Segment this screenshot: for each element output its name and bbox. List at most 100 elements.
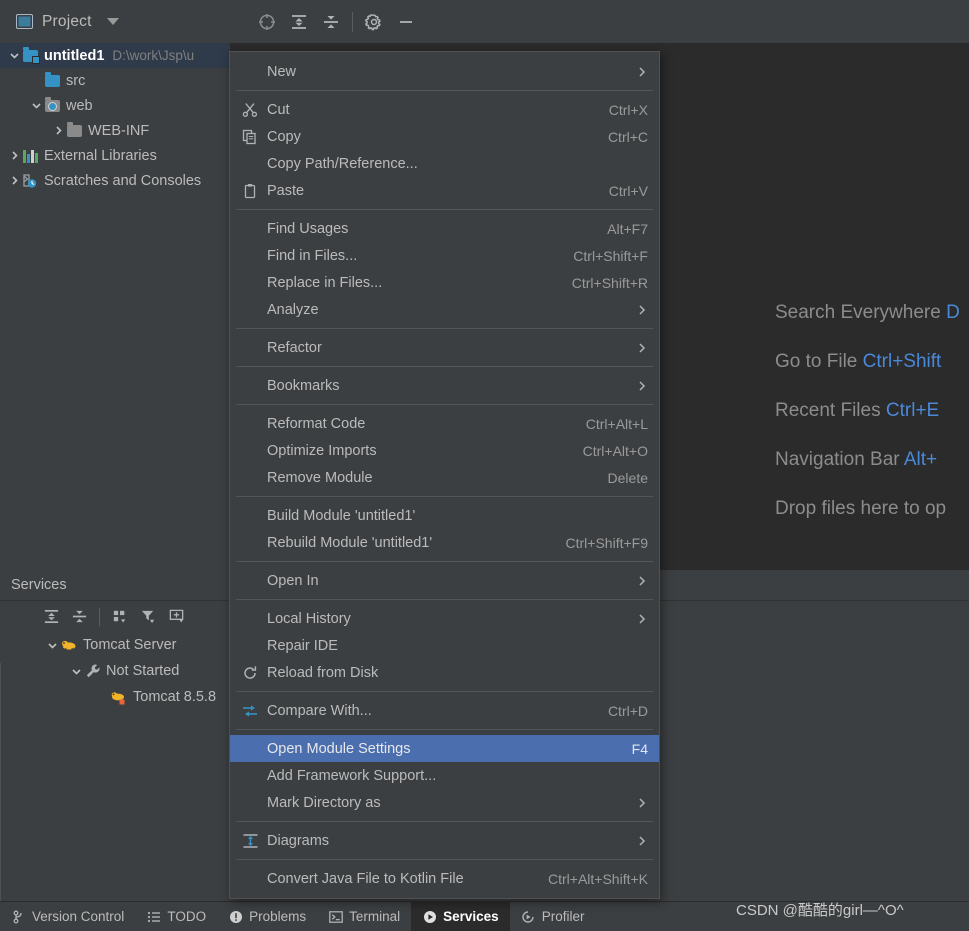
menu-item-cut[interactable]: Cut Ctrl+X xyxy=(230,96,659,123)
menu-item-compare-with[interactable]: Compare With... Ctrl+D xyxy=(230,697,659,724)
menu-item-shortcut: Ctrl+Alt+O xyxy=(582,442,648,459)
group-by-icon[interactable] xyxy=(107,604,133,630)
service-node-label: Not Started xyxy=(106,663,180,679)
submenu-arrow-icon xyxy=(636,66,648,78)
project-title-group[interactable]: Project xyxy=(16,13,119,31)
menu-icon-placeholder xyxy=(239,870,261,888)
menu-item-open-in[interactable]: Open In xyxy=(230,567,659,594)
chevron-collapsed-icon[interactable] xyxy=(6,173,22,189)
menu-item-find-in-files[interactable]: Find in Files... Ctrl+Shift+F xyxy=(230,242,659,269)
menu-item-copy[interactable]: Copy Ctrl+C xyxy=(230,123,659,150)
menu-separator xyxy=(236,209,653,210)
toolbar-separator xyxy=(99,607,100,626)
chevron-expanded-icon[interactable] xyxy=(44,637,60,653)
menu-item-shortcut: F4 xyxy=(631,740,648,757)
project-tree[interactable]: untitled1 D:\work\Jsp\u src web WEB-INF … xyxy=(0,43,230,570)
chevron-collapsed-icon[interactable] xyxy=(6,148,22,164)
chevron-expanded-icon[interactable] xyxy=(28,98,44,114)
clipboard-icon xyxy=(239,182,261,200)
menu-item-label: Paste xyxy=(267,182,305,199)
menu-item-diagrams[interactable]: Diagrams xyxy=(230,827,659,854)
expand-all-icon[interactable] xyxy=(38,604,64,630)
services-left-pane: Tomcat Server Not Started Tomcat 8.5.8 xyxy=(0,601,230,903)
menu-item-label: Copy Path/Reference... xyxy=(267,155,418,172)
menu-item-rebuild-module[interactable]: Rebuild Module 'untitled1' Ctrl+Shift+F9 xyxy=(230,529,659,556)
tree-node-external-libraries[interactable]: External Libraries xyxy=(0,143,230,168)
expand-all-icon[interactable] xyxy=(283,6,315,38)
submenu-arrow-icon xyxy=(636,575,648,587)
menu-item-new[interactable]: New xyxy=(230,58,659,85)
service-node-tomcat-instance[interactable]: Tomcat 8.5.8 xyxy=(0,684,230,710)
tree-node-label: Scratches and Consoles xyxy=(44,172,202,189)
services-tree[interactable]: Tomcat Server Not Started Tomcat 8.5.8 xyxy=(0,632,230,903)
menu-item-shortcut: Ctrl+D xyxy=(607,702,648,719)
menu-item-add-framework-support[interactable]: Add Framework Support... xyxy=(230,762,659,789)
service-node-tomcat-server[interactable]: Tomcat Server xyxy=(0,632,230,658)
status-bar-item-todo[interactable]: TODO xyxy=(135,902,217,931)
menu-item-repair-ide[interactable]: Repair IDE xyxy=(230,632,659,659)
status-bar-item-services[interactable]: Services xyxy=(411,901,510,931)
menu-item-open-module-settings[interactable]: Open Module Settings F4 xyxy=(230,735,659,762)
chevron-expanded-icon[interactable] xyxy=(68,663,84,679)
chevron-down-icon[interactable] xyxy=(106,18,119,25)
menu-item-bookmarks[interactable]: Bookmarks xyxy=(230,372,659,399)
select-opened-file-icon[interactable] xyxy=(251,6,283,38)
menu-item-remove-module[interactable]: Remove Module Delete xyxy=(230,464,659,491)
menu-item-local-history[interactable]: Local History xyxy=(230,605,659,632)
menu-separator xyxy=(236,404,653,405)
add-service-icon[interactable] xyxy=(163,604,189,630)
menu-item-paste[interactable]: Paste Ctrl+V xyxy=(230,177,659,204)
status-bar-item-terminal[interactable]: Terminal xyxy=(317,902,411,931)
tree-node-scratches[interactable]: Scratches and Consoles xyxy=(0,168,230,193)
minimize-icon[interactable] xyxy=(390,6,422,38)
hint-label: Navigation Bar xyxy=(775,449,900,470)
watermark-text: CSDN @酷酷的girl—^O^ xyxy=(736,902,904,919)
hint-shortcut: Alt+ xyxy=(903,449,938,470)
menu-icon-placeholder xyxy=(239,767,261,785)
status-bar-item-problems[interactable]: Problems xyxy=(217,902,317,931)
menu-item-label: Optimize Imports xyxy=(267,442,377,459)
collapse-all-icon[interactable] xyxy=(66,604,92,630)
services-tab-title[interactable]: Services xyxy=(11,577,67,593)
menu-separator xyxy=(236,691,653,692)
menu-item-refactor[interactable]: Refactor xyxy=(230,334,659,361)
menu-item-label: Cut xyxy=(267,101,290,118)
collapse-all-icon[interactable] xyxy=(315,6,347,38)
chevron-collapsed-icon[interactable] xyxy=(50,123,66,139)
menu-item-shortcut: Ctrl+Alt+L xyxy=(585,415,648,432)
problems-icon xyxy=(228,909,243,924)
hint-label: Drop files here to op xyxy=(775,498,947,519)
tree-node-untitled1[interactable]: untitled1 D:\work\Jsp\u xyxy=(0,43,230,68)
menu-item-label: Refactor xyxy=(267,339,322,356)
menu-item-shortcut: Ctrl+Shift+F9 xyxy=(565,534,648,551)
menu-item-build-module[interactable]: Build Module 'untitled1' xyxy=(230,502,659,529)
menu-item-convert-java-to-kotlin[interactable]: Convert Java File to Kotlin File Ctrl+Al… xyxy=(230,865,659,892)
diagram-icon xyxy=(239,832,261,850)
profiler-icon xyxy=(521,909,536,924)
menu-item-analyze[interactable]: Analyze xyxy=(230,296,659,323)
menu-icon-placeholder xyxy=(239,572,261,590)
status-bar-item-profiler[interactable]: Profiler xyxy=(510,902,596,931)
ide-window: Project untitled1 D:\work\Jsp\u src web … xyxy=(0,0,969,931)
submenu-arrow-icon xyxy=(636,613,648,625)
menu-item-reformat-code[interactable]: Reformat Code Ctrl+Alt+L xyxy=(230,410,659,437)
filter-icon[interactable] xyxy=(135,604,161,630)
status-bar-item-version-control[interactable]: Version Control xyxy=(0,902,135,931)
context-menu[interactable]: New Cut Ctrl+X Copy Ctrl+C Copy Path/Ref… xyxy=(229,51,660,899)
services-toolbar xyxy=(0,601,230,632)
tree-node-src[interactable]: src xyxy=(0,68,230,93)
menu-item-reload-from-disk[interactable]: Reload from Disk xyxy=(230,659,659,686)
tree-guide-line xyxy=(0,663,1,903)
tree-node-label: External Libraries xyxy=(44,147,157,164)
chevron-expanded-icon[interactable] xyxy=(6,48,22,64)
service-node-not-started[interactable]: Not Started xyxy=(0,658,230,684)
menu-item-find-usages[interactable]: Find Usages Alt+F7 xyxy=(230,215,659,242)
menu-item-optimize-imports[interactable]: Optimize Imports Ctrl+Alt+O xyxy=(230,437,659,464)
menu-separator xyxy=(236,599,653,600)
menu-item-copy-path-reference[interactable]: Copy Path/Reference... xyxy=(230,150,659,177)
tree-node-web[interactable]: web xyxy=(0,93,230,118)
settings-gear-icon[interactable] xyxy=(358,6,390,38)
menu-item-mark-directory-as[interactable]: Mark Directory as xyxy=(230,789,659,816)
tree-node-web-inf[interactable]: WEB-INF xyxy=(0,118,230,143)
menu-item-replace-in-files[interactable]: Replace in Files... Ctrl+Shift+R xyxy=(230,269,659,296)
